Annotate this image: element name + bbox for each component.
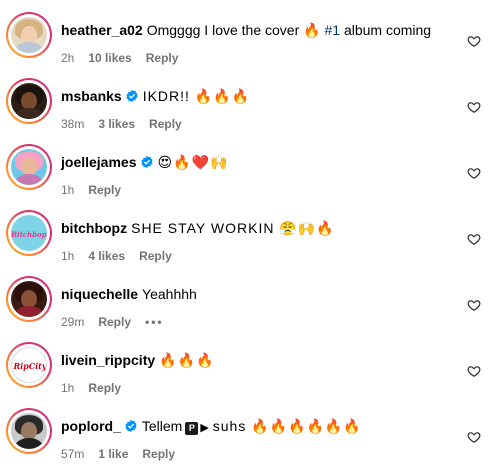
comment-text-continued: album coming — [343, 22, 432, 38]
comment-body: heather_a02 Omgggg I love the cover 🔥 #1 … — [61, 20, 431, 40]
verified-badge-icon — [126, 89, 138, 103]
comment-meta: 29m Reply ••• — [61, 314, 178, 330]
comment-username[interactable]: niquechelle — [61, 286, 138, 302]
comment-time[interactable]: 1h — [61, 248, 74, 264]
comment-text: 🔥🔥🔥 — [159, 352, 215, 368]
comment-time[interactable]: 1h — [61, 380, 74, 396]
comment-body: msbanks IKDR!! 🔥🔥🔥 — [61, 86, 250, 106]
avatar-story-ring[interactable]: Bitchbopz — [6, 210, 52, 256]
avatar-logo-text: Bitchbopz — [11, 230, 47, 239]
comment-hashtag[interactable]: #1 — [324, 22, 340, 38]
avatar-story-ring[interactable] — [6, 78, 52, 124]
avatar: Bitchbopz — [11, 215, 47, 251]
comment-username[interactable]: joellejames — [61, 154, 137, 170]
comment-time[interactable]: 38m — [61, 116, 84, 132]
comment-likes-count[interactable]: 3 likes — [98, 116, 135, 132]
avatar-story-ring[interactable] — [6, 144, 52, 190]
comment-username[interactable]: livein_rippcity — [61, 352, 155, 368]
heart-outline-icon[interactable] — [467, 298, 481, 312]
heart-outline-icon[interactable] — [467, 166, 481, 180]
comment-item: niquechelle Yeahhhh 29m Reply ••• — [0, 276, 490, 336]
avatar-story-ring[interactable] — [6, 408, 52, 454]
comment-time[interactable]: 57m — [61, 446, 84, 462]
avatar — [11, 413, 47, 449]
comment-text: Tellem — [141, 418, 183, 434]
comment-meta: 57m 1 like Reply — [61, 446, 189, 462]
parking-p-icon: P — [185, 422, 199, 435]
play-icon: ▶ — [200, 422, 209, 434]
comment-item: joellejames 😍🔥❤️🙌 1h Reply — [0, 144, 490, 204]
comment-body: joellejames 😍🔥❤️🙌 — [61, 152, 228, 172]
heart-outline-icon[interactable] — [467, 100, 481, 114]
comment-text-continued: suhs 🔥🔥🔥🔥🔥🔥 — [212, 418, 362, 434]
avatar-story-ring[interactable] — [6, 276, 52, 322]
reply-button[interactable]: Reply — [88, 182, 121, 198]
comment-time[interactable]: 2h — [61, 50, 74, 66]
comment-time[interactable]: 1h — [61, 182, 74, 198]
avatar — [11, 149, 47, 185]
avatar-story-ring[interactable]: RipCity — [6, 342, 52, 388]
reply-button[interactable]: Reply — [98, 314, 131, 330]
more-dots-icon[interactable]: ••• — [145, 314, 164, 330]
heart-outline-icon[interactable] — [467, 232, 481, 246]
reply-button[interactable]: Reply — [142, 446, 175, 462]
avatar — [11, 83, 47, 119]
comment-username[interactable]: msbanks — [61, 88, 122, 104]
comment-likes-count[interactable]: 10 likes — [88, 50, 131, 66]
comment-text: Yeahhhh — [142, 286, 197, 302]
heart-outline-icon[interactable] — [467, 364, 481, 378]
comment-text: 😍🔥❤️🙌 — [157, 154, 229, 170]
comment-item: msbanks IKDR!! 🔥🔥🔥 38m 3 likes Reply — [0, 78, 490, 138]
verified-badge-icon — [125, 419, 137, 433]
comment-item: RipCity livein_rippcity 🔥🔥🔥 1h Reply — [0, 342, 490, 402]
comment-body: bitchbopz SHE STAY WORKIN 😤🙌🔥 — [61, 218, 335, 238]
heart-outline-icon[interactable] — [467, 430, 481, 444]
comment-item: poplord_ Tellem P ▶ suhs 🔥🔥🔥🔥🔥🔥 57m 1 like Re… — [0, 408, 490, 468]
avatar — [11, 17, 47, 53]
comment-likes-count[interactable]: 1 like — [98, 446, 128, 462]
comment-meta: 38m 3 likes Reply — [61, 116, 196, 132]
comment-username[interactable]: bitchbopz — [61, 220, 127, 236]
comment-item: Bitchbopz bitchbopz SHE STAY WORKIN 😤🙌🔥 1… — [0, 210, 490, 270]
avatar — [11, 281, 47, 317]
comment-body: livein_rippcity 🔥🔥🔥 — [61, 350, 214, 370]
avatar: RipCity — [11, 347, 47, 383]
comment-username[interactable]: heather_a02 — [61, 22, 143, 38]
comment-body: poplord_ Tellem P ▶ suhs 🔥🔥🔥🔥🔥🔥 — [61, 416, 362, 436]
reply-button[interactable]: Reply — [88, 380, 121, 396]
comment-meta: 1h Reply — [61, 182, 135, 198]
comment-meta: 1h 4 likes Reply — [61, 248, 186, 264]
comment-text: IKDR!! 🔥🔥🔥 — [142, 88, 251, 104]
avatar-logo-text: RipCity — [13, 361, 47, 371]
comment-time[interactable]: 29m — [61, 314, 84, 330]
verified-badge-icon — [140, 155, 153, 169]
reply-button[interactable]: Reply — [139, 248, 172, 264]
comment-username[interactable]: poplord_ — [61, 418, 121, 434]
comment-body: niquechelle Yeahhhh — [61, 284, 197, 304]
comment-meta: 1h Reply — [61, 380, 135, 396]
comment-item: heather_a02 Omgggg I love the cover 🔥 #1 … — [0, 12, 490, 72]
comment-text: Omgggg I love the cover 🔥 — [146, 22, 321, 38]
comment-meta: 2h 10 likes Reply — [61, 50, 192, 66]
heart-outline-icon[interactable] — [467, 34, 481, 48]
reply-button[interactable]: Reply — [149, 116, 182, 132]
reply-button[interactable]: Reply — [146, 50, 179, 66]
avatar-story-ring[interactable] — [6, 12, 52, 58]
comment-likes-count[interactable]: 4 likes — [88, 248, 125, 264]
comment-text: SHE STAY WORKIN 😤🙌🔥 — [131, 220, 335, 236]
